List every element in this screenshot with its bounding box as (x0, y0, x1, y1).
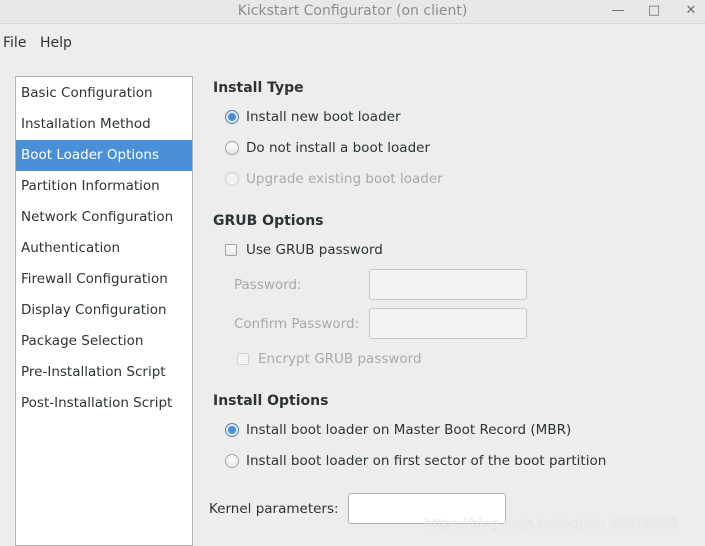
watermark-text: https://blog.csdn.net/weixin_44416500 (424, 517, 678, 532)
radio-label: Do not install a boot loader (246, 140, 430, 156)
checkbox-icon (225, 244, 237, 256)
radio-checked-icon (225, 110, 239, 124)
radio-label: Install boot loader on first sector of t… (246, 453, 607, 469)
sidebar-item-pre-installation-script[interactable]: Pre-Installation Script (16, 357, 192, 388)
grub-options-heading: GRUB Options (213, 213, 324, 229)
menu-bar: File Help (0, 24, 705, 62)
sidebar-item-installation-method[interactable]: Installation Method (16, 109, 192, 140)
radio-unchecked-icon (225, 454, 239, 468)
password-label: Password: (234, 277, 302, 293)
radio-disabled-icon (225, 172, 239, 186)
checkbox-disabled-icon (237, 353, 249, 365)
sidebar-item-authentication[interactable]: Authentication (16, 233, 192, 264)
sidebar-item-partition-information[interactable]: Partition Information (16, 171, 192, 202)
maximize-icon[interactable]: □ (644, 2, 664, 20)
kernel-parameters-label: Kernel parameters: (209, 501, 339, 517)
radio-label: Install new boot loader (246, 109, 401, 125)
category-list: Basic Configuration Installation Method … (15, 76, 193, 546)
menu-file[interactable]: File (3, 35, 26, 51)
sidebar-item-package-selection[interactable]: Package Selection (16, 326, 192, 357)
window-title: Kickstart Configurator (on client) (237, 3, 468, 19)
install-type-heading: Install Type (213, 80, 304, 96)
title-bar: Kickstart Configurator (on client) — □ ✕ (0, 0, 705, 24)
radio-label: Upgrade existing boot loader (246, 171, 443, 187)
radio-label: Install boot loader on Master Boot Recor… (246, 422, 572, 438)
sidebar-item-network-configuration[interactable]: Network Configuration (16, 202, 192, 233)
password-field (369, 269, 527, 300)
checkbox-label: Encrypt GRUB password (258, 351, 422, 367)
sidebar-item-post-installation-script[interactable]: Post-Installation Script (16, 388, 192, 419)
menu-help[interactable]: Help (40, 35, 72, 51)
radio-checked-icon (225, 423, 239, 437)
minimize-icon[interactable]: — (608, 2, 628, 20)
checkbox-label: Use GRUB password (246, 242, 383, 258)
sidebar-item-boot-loader-options[interactable]: Boot Loader Options (16, 140, 192, 171)
close-icon[interactable]: ✕ (681, 2, 701, 20)
sidebar-item-basic-configuration[interactable]: Basic Configuration (16, 78, 192, 109)
sidebar-item-firewall-configuration[interactable]: Firewall Configuration (16, 264, 192, 295)
sidebar-item-display-configuration[interactable]: Display Configuration (16, 295, 192, 326)
radio-unchecked-icon (225, 141, 239, 155)
install-options-heading: Install Options (213, 393, 329, 409)
confirm-password-label: Confirm Password: (234, 316, 360, 332)
confirm-password-field (369, 308, 527, 339)
